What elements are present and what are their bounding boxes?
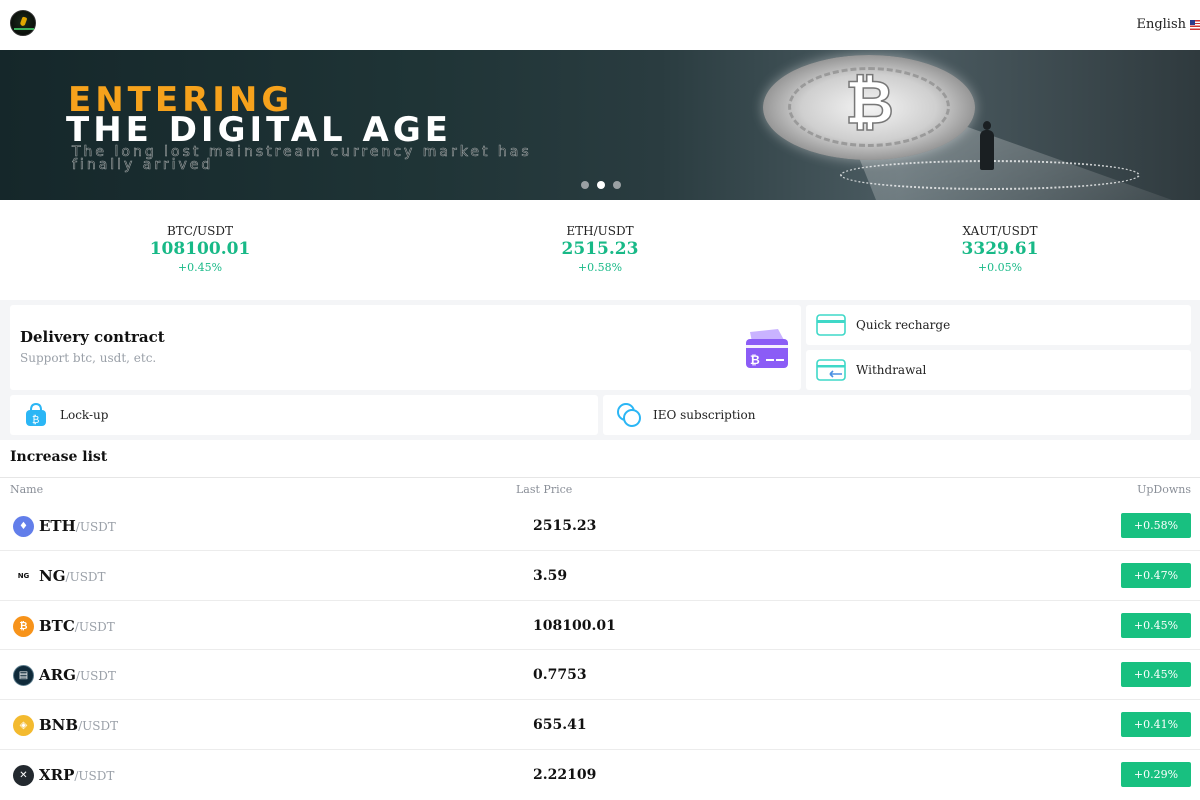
change-badge[interactable]: +0.47% (1121, 562, 1191, 588)
lockup-label: Lock-up (60, 408, 109, 422)
ieo-subscription-card[interactable]: IEO subscription (603, 395, 1191, 435)
banner-tagline: The long lost mainstream currency market… (72, 144, 532, 173)
table-row[interactable]: ✕ XRP/USDT 2.22109 +0.29% (0, 750, 1200, 800)
coin-symbol: BNB/USDT (39, 716, 119, 735)
increase-list-title: Increase list (10, 449, 108, 465)
eth-icon: ♦ (13, 516, 34, 537)
market-tickers: BTC/USDT 108100.01 +0.45% ETH/USDT 2515.… (0, 200, 1200, 300)
coins-icon (617, 403, 641, 427)
ticker-change: +0.45% (177, 261, 223, 274)
quick-recharge-label: Quick recharge (856, 318, 951, 332)
ticker-price: 3329.61 (961, 239, 1039, 259)
coin-symbol: BTC/USDT (39, 616, 115, 635)
change-badge[interactable]: +0.41% (1121, 712, 1191, 738)
change-badge[interactable]: +0.58% (1121, 513, 1191, 538)
top-header: English (0, 0, 1200, 50)
table-row[interactable]: ₿ BTC/USDT 108100.01 +0.45% (0, 601, 1200, 651)
delivery-contract-title: Delivery contract (20, 328, 165, 346)
ticker-price: 2515.23 (561, 239, 639, 259)
ticker-btc[interactable]: BTC/USDT 108100.01 +0.45% (100, 224, 300, 274)
language-selector[interactable]: English (1136, 17, 1200, 32)
card-withdraw-icon (816, 359, 846, 381)
table-row[interactable]: ◈ BNB/USDT 655.41 +0.41% (0, 700, 1200, 750)
xrp-icon: ✕ (13, 764, 34, 786)
increase-list-table: ♦ ETH/USDT 2515.23 +0.58% NG NG/USDT 3.5… (0, 501, 1200, 800)
app-logo[interactable] (10, 10, 36, 36)
wallet-card-icon: ₿ (746, 329, 788, 368)
table-row[interactable]: ▤ ARG/USDT 0.7753 +0.45% (0, 650, 1200, 701)
svg-text:₿: ₿ (32, 414, 39, 426)
coin-symbol: ETH/USDT (39, 517, 116, 535)
ng-icon: NG (13, 565, 34, 587)
coin-symbol: NG/USDT (39, 566, 106, 585)
ticker-pair: ETH/USDT (566, 224, 634, 238)
carousel-indicators (581, 181, 621, 189)
delivery-contract-subtitle: Support btc, usdt, etc. (20, 351, 157, 365)
lock-bag-icon: ₿ (26, 402, 46, 426)
carousel-dot-3[interactable] (613, 181, 621, 189)
svg-text:₿: ₿ (750, 353, 760, 367)
us-flag-icon (1190, 19, 1200, 30)
divider (0, 477, 1200, 478)
ticker-change: +0.58% (577, 261, 623, 274)
ieo-subscription-label: IEO subscription (653, 408, 756, 422)
last-price: 2515.23 (533, 518, 597, 534)
ticker-eth[interactable]: ETH/USDT 2515.23 +0.58% (500, 224, 700, 274)
language-label: English (1136, 17, 1186, 32)
coin-symbol: ARG/USDT (39, 666, 116, 685)
table-row[interactable]: ♦ ETH/USDT 2515.23 +0.58% (0, 501, 1200, 551)
quick-recharge-card[interactable]: Quick recharge (806, 305, 1191, 345)
btc-icon: ₿ (13, 615, 34, 637)
column-header-name: Name (10, 483, 44, 496)
change-badge[interactable]: +0.29% (1121, 761, 1191, 787)
function-area: Delivery contract Support btc, usdt, etc… (0, 300, 1200, 440)
lockup-card[interactable]: ₿ Lock-up (10, 395, 598, 435)
ticker-pair: BTC/USDT (166, 224, 233, 238)
person-silhouette-graphic (980, 121, 994, 170)
carousel-dot-1[interactable] (581, 181, 589, 189)
card-recharge-icon (816, 314, 846, 336)
change-badge[interactable]: +0.45% (1121, 612, 1191, 638)
arg-icon: ▤ (13, 665, 34, 687)
ticker-price: 108100.01 (149, 239, 251, 259)
promo-banner[interactable]: ₿ ENTERING THE DIGITAL AGE The long lost… (0, 50, 1200, 200)
last-price: 0.7753 (533, 667, 587, 684)
column-header-updowns: UpDowns (1137, 483, 1191, 496)
change-badge[interactable]: +0.45% (1121, 662, 1191, 688)
withdrawal-card[interactable]: Withdrawal (806, 350, 1191, 390)
carousel-dot-2[interactable] (597, 181, 605, 189)
ticker-change: +0.05% (977, 261, 1023, 274)
delivery-contract-card[interactable]: Delivery contract Support btc, usdt, etc… (10, 305, 801, 390)
bitcoin-coin-graphic: ₿ (763, 55, 975, 160)
withdrawal-label: Withdrawal (856, 363, 927, 377)
last-price: 108100.01 (533, 617, 616, 634)
bnb-icon: ◈ (13, 715, 34, 737)
last-price: 3.59 (533, 567, 568, 584)
coin-symbol: XRP/USDT (39, 765, 115, 784)
last-price: 2.22109 (533, 766, 597, 783)
ticker-pair: XAUT/USDT (962, 224, 1038, 238)
column-header-last-price: Last Price (516, 483, 573, 496)
table-row[interactable]: NG NG/USDT 3.59 +0.47% (0, 551, 1200, 601)
last-price: 655.41 (533, 717, 587, 734)
ticker-xaut[interactable]: XAUT/USDT 3329.61 +0.05% (900, 224, 1100, 274)
